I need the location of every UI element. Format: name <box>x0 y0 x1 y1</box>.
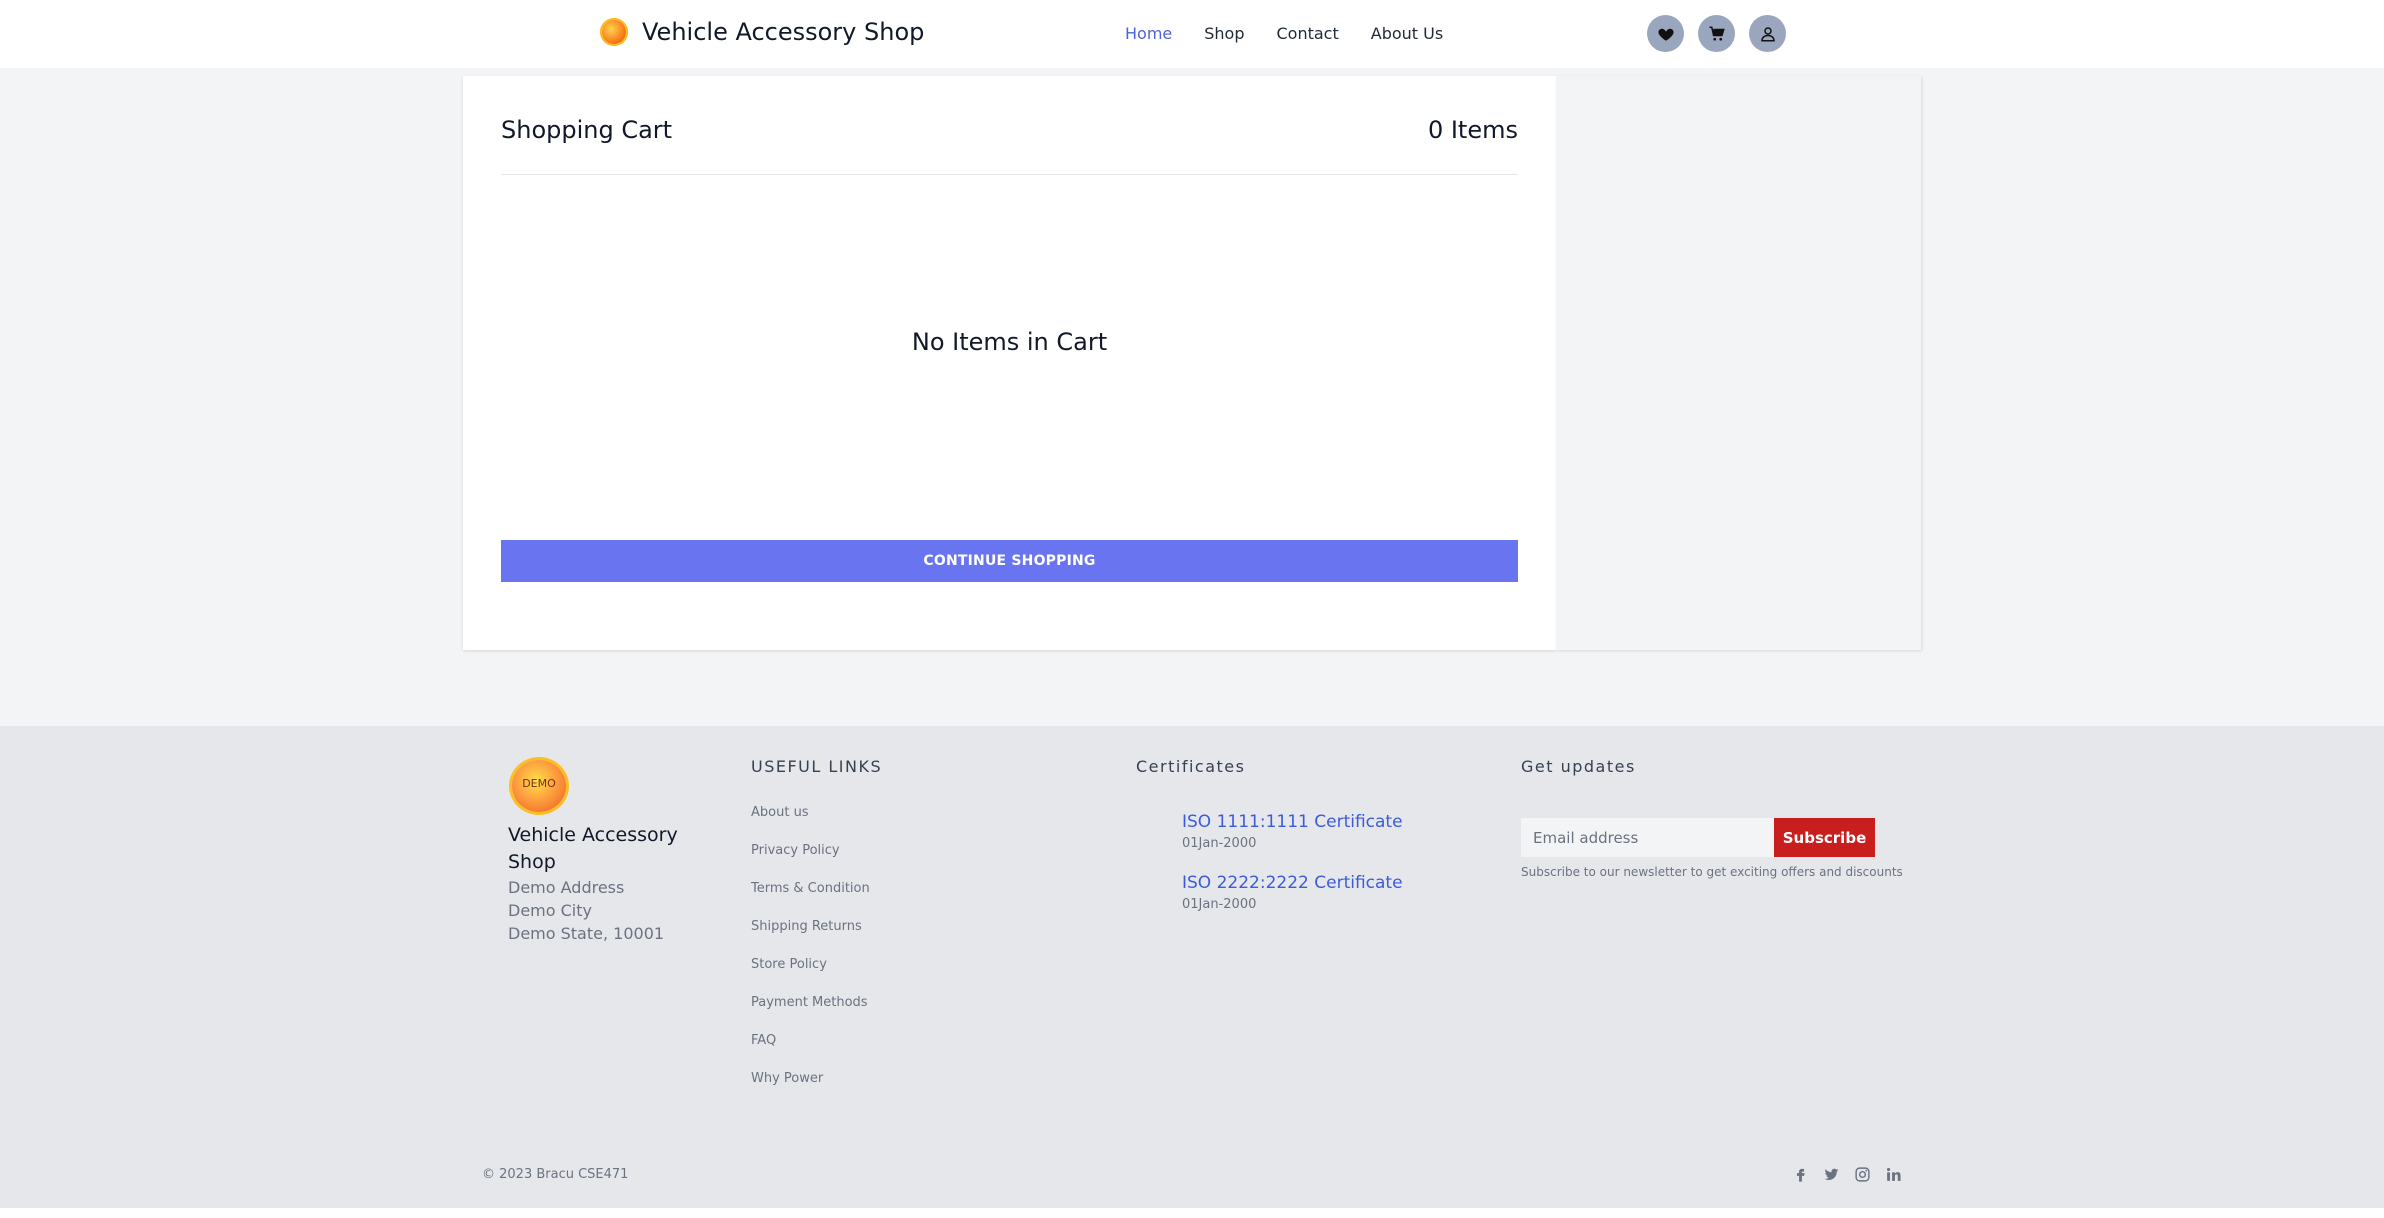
link-shipping-returns[interactable]: Shipping Returns <box>751 919 870 957</box>
state-line: Demo State, 10001 <box>508 924 665 943</box>
footer-shop-name: Vehicle Accessory Shop <box>508 824 678 873</box>
linkedin-icon[interactable] <box>1885 1166 1902 1183</box>
nav-shop[interactable]: Shop <box>1204 24 1244 43</box>
continue-shopping-button[interactable]: CONTINUE SHOPPING <box>501 540 1518 582</box>
certificates-title: Certificates <box>1136 757 1246 776</box>
header-actions <box>1647 15 1786 52</box>
cart-item-count: 0 Items <box>1427 116 1518 144</box>
facebook-icon[interactable] <box>1792 1166 1809 1183</box>
top-navbar: Vehicle Accessory Shop Home Shop Contact… <box>0 0 2384 68</box>
subscribe-note: Subscribe to our newsletter to get excit… <box>1521 865 1903 879</box>
cart-icon <box>1709 26 1725 41</box>
cart-title: Shopping Cart <box>501 116 673 144</box>
order-summary-panel <box>1556 76 1921 650</box>
link-store-policy[interactable]: Store Policy <box>751 957 870 995</box>
certificate-link[interactable]: ISO 1111:1111 Certificate <box>1182 812 1403 832</box>
updates-title: Get updates <box>1521 757 1636 776</box>
user-icon <box>1760 26 1775 41</box>
twitter-icon[interactable] <box>1823 1166 1840 1183</box>
footer: DEMO Vehicle Accessory Shop Demo Address… <box>0 726 2384 1208</box>
brand-link[interactable]: Vehicle Accessory Shop <box>600 18 924 46</box>
copyright: © 2023 Bracu CSE471 <box>482 1167 629 1182</box>
certificate-item: ISO 1111:1111 Certificate 01Jan-2000 <box>1182 812 1403 851</box>
logo-icon <box>600 18 628 46</box>
logo-text: DEMO <box>522 777 556 790</box>
certificate-link[interactable]: ISO 2222:2222 Certificate <box>1182 873 1403 893</box>
account-button[interactable] <box>1749 15 1786 52</box>
certificate-date: 01Jan-2000 <box>1182 836 1257 851</box>
useful-links-title: USEFUL LINKS <box>751 757 883 776</box>
wishlist-button[interactable] <box>1647 15 1684 52</box>
nav-contact[interactable]: Contact <box>1277 24 1339 43</box>
email-input[interactable] <box>1521 818 1774 857</box>
link-terms[interactable]: Terms & Condition <box>751 881 870 919</box>
social-links <box>1792 1166 1902 1183</box>
link-faq[interactable]: FAQ <box>751 1033 870 1071</box>
page-bottom <box>0 1208 2384 1218</box>
address-line: Demo Address <box>508 878 625 897</box>
link-payment-methods[interactable]: Payment Methods <box>751 995 870 1033</box>
useful-links-list: About us Privacy Policy Terms & Conditio… <box>751 805 870 1109</box>
instagram-icon[interactable] <box>1854 1166 1871 1183</box>
certificate-date: 01Jan-2000 <box>1182 897 1257 912</box>
certificates-heading: Certificates <box>1136 757 1245 776</box>
divider <box>501 174 1518 175</box>
link-why-power[interactable]: Why Power <box>751 1071 870 1109</box>
nav-about-us[interactable]: About Us <box>1371 24 1443 43</box>
useful-links-heading: USEFUL LINKS <box>751 757 882 776</box>
updates-heading: Get updates <box>1521 757 1636 776</box>
subscribe-button[interactable]: Subscribe <box>1774 818 1875 857</box>
demo-logo: DEMO <box>512 760 568 812</box>
city-line: Demo City <box>508 901 592 920</box>
nav-home[interactable]: Home <box>1125 24 1172 43</box>
main-nav: Home Shop Contact About Us <box>1125 24 1443 43</box>
link-about-us[interactable]: About us <box>751 805 870 843</box>
link-privacy-policy[interactable]: Privacy Policy <box>751 843 870 881</box>
empty-cart-message: No Items in Cart <box>911 328 1108 356</box>
cart-section: Shopping Cart 0 Items No Items in Cart C… <box>463 76 1556 650</box>
footer-brand: DEMO Vehicle Accessory Shop Demo Address… <box>508 760 678 945</box>
heart-icon <box>1657 28 1674 41</box>
brand-name: Vehicle Accessory Shop <box>642 18 925 46</box>
certificate-item: ISO 2222:2222 Certificate 01Jan-2000 <box>1182 873 1403 912</box>
cart-button[interactable] <box>1698 15 1735 52</box>
cart-panel: Shopping Cart 0 Items No Items in Cart C… <box>463 76 1556 650</box>
